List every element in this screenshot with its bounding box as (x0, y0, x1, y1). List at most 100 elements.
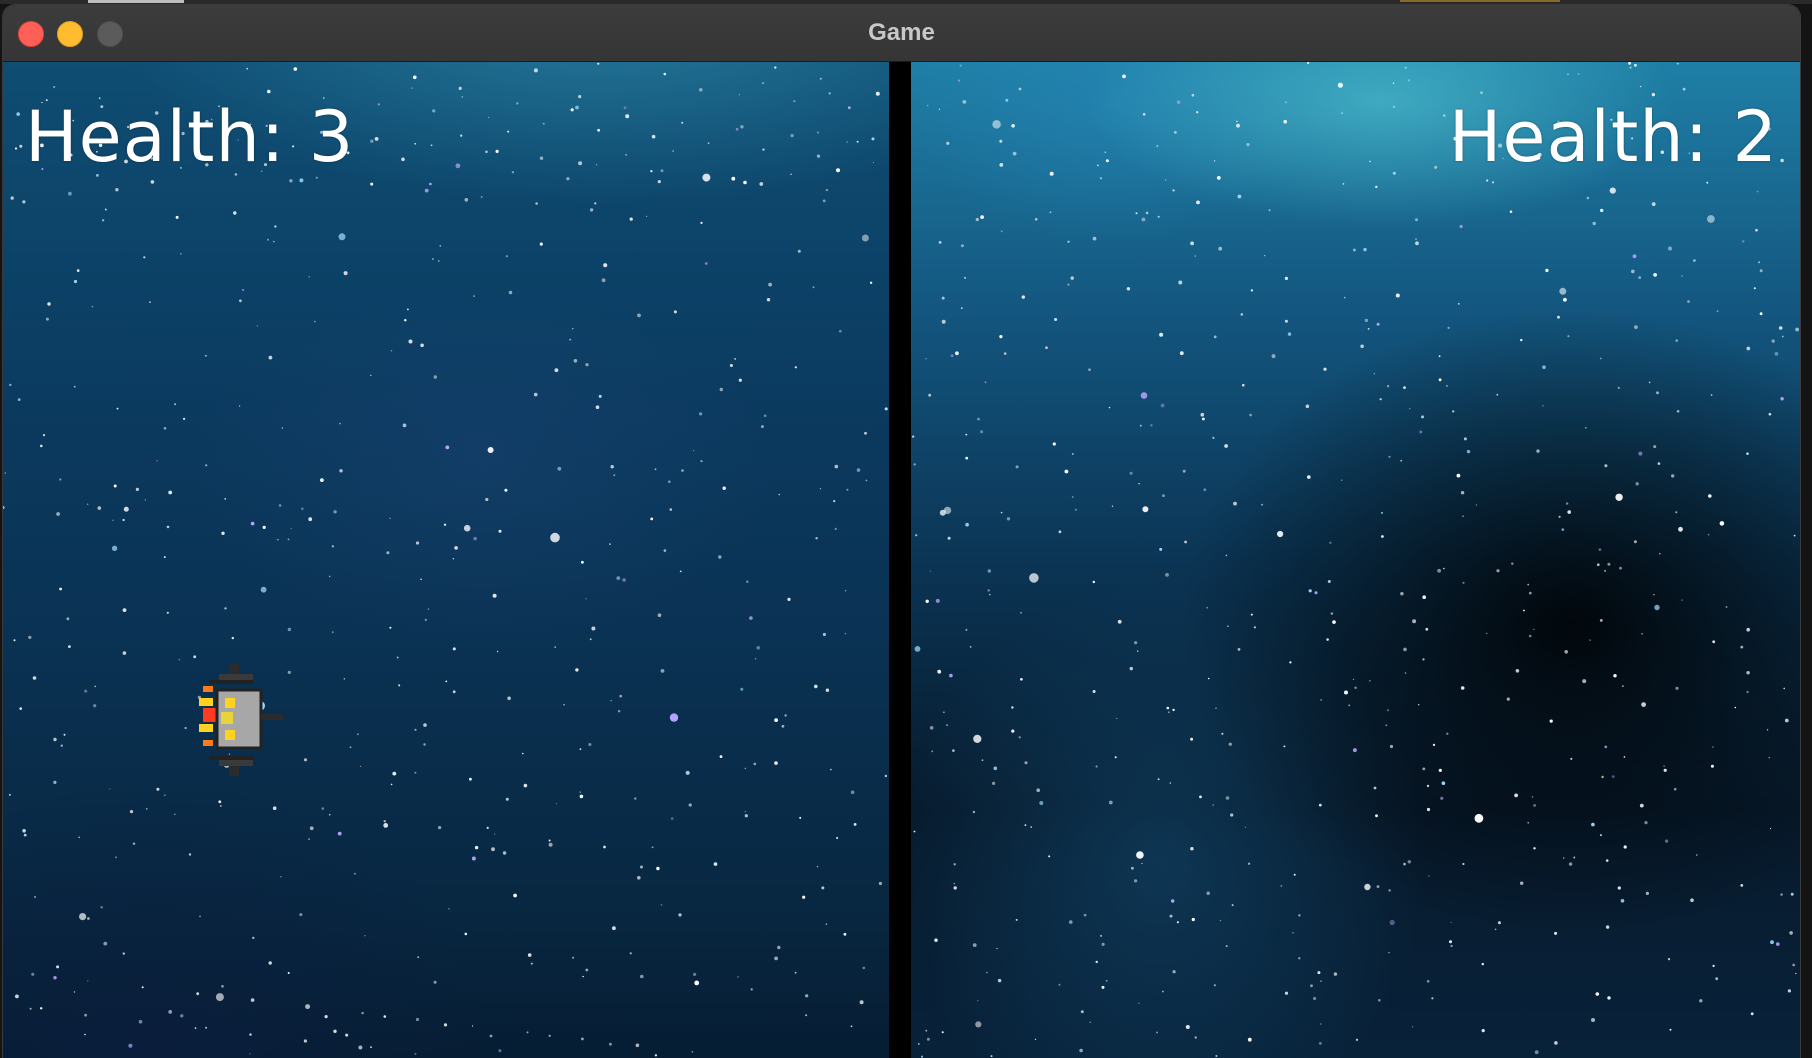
star (588, 743, 592, 746)
star (1392, 105, 1396, 108)
star (1520, 338, 1523, 342)
star (91, 305, 94, 308)
star (199, 915, 201, 918)
star (143, 256, 146, 259)
star (539, 156, 544, 160)
star (1425, 627, 1429, 631)
star (980, 430, 984, 434)
star (1746, 452, 1749, 455)
star (1659, 553, 1661, 555)
star (1707, 215, 1715, 223)
star (423, 723, 427, 727)
star (1030, 826, 1032, 828)
star (420, 343, 424, 348)
star (1101, 985, 1105, 989)
star (704, 262, 708, 265)
star (1792, 963, 1796, 967)
star (663, 549, 667, 552)
star (135, 487, 139, 491)
star (1545, 268, 1549, 273)
star (1069, 920, 1073, 924)
star (1795, 972, 1797, 975)
star (22, 829, 26, 833)
star (814, 684, 818, 689)
star (1348, 704, 1350, 707)
star (16, 112, 20, 116)
star (184, 726, 187, 730)
star (1443, 567, 1445, 570)
star (9, 794, 11, 796)
star (1629, 66, 1632, 69)
spaceship-icon[interactable] (199, 664, 283, 776)
star (1559, 287, 1567, 295)
star (1332, 620, 1336, 624)
star (1656, 391, 1659, 395)
star (1599, 619, 1603, 622)
star (950, 354, 954, 358)
star (1768, 757, 1770, 759)
star (603, 263, 608, 268)
star (805, 994, 809, 998)
star (1449, 940, 1452, 944)
star (578, 95, 582, 99)
star (389, 626, 392, 629)
star (1236, 120, 1238, 123)
star (1244, 826, 1247, 828)
star (1015, 465, 1019, 469)
star (1142, 113, 1146, 116)
star (1126, 287, 1131, 291)
star (617, 710, 621, 713)
star (498, 529, 502, 533)
star (1450, 921, 1452, 924)
star (853, 823, 857, 826)
star (417, 956, 420, 959)
player-two-area[interactable]: Health: 2 (911, 62, 1800, 1058)
player-one-area[interactable]: Health: 3 (3, 62, 889, 1058)
star (1227, 625, 1229, 627)
star (1323, 367, 1327, 371)
star (1459, 224, 1463, 229)
star (1011, 729, 1015, 733)
star (250, 998, 255, 1002)
star (1619, 566, 1622, 570)
star (1373, 373, 1375, 375)
star (343, 271, 348, 276)
star (277, 539, 279, 541)
star (1317, 971, 1321, 975)
star (843, 932, 847, 936)
star (383, 823, 389, 828)
star (1058, 530, 1062, 534)
star (1105, 979, 1108, 982)
star (1378, 999, 1381, 1002)
star (1675, 686, 1679, 690)
star (973, 734, 982, 744)
star (40, 444, 43, 448)
star (660, 169, 664, 173)
star (1460, 491, 1465, 495)
star (414, 728, 417, 731)
star (358, 1045, 363, 1050)
star (443, 523, 447, 526)
star (1310, 984, 1313, 988)
game-canvas[interactable]: Health: 3 Health: 2 (3, 62, 1800, 1058)
star (414, 143, 417, 145)
star (595, 164, 598, 166)
star (1101, 942, 1105, 947)
star (672, 150, 674, 152)
star (681, 469, 684, 472)
star (579, 794, 584, 799)
title-bar[interactable]: Game (3, 5, 1800, 62)
star (790, 173, 792, 175)
star (32, 676, 37, 680)
star (112, 519, 114, 522)
star (1000, 511, 1003, 514)
star (34, 896, 37, 898)
star (980, 215, 984, 220)
star (1298, 957, 1301, 960)
star (1318, 803, 1322, 807)
star (657, 180, 661, 184)
player-one-health: Health: 3 (25, 96, 355, 178)
star (1231, 904, 1234, 907)
star (68, 645, 71, 648)
star (622, 578, 626, 582)
